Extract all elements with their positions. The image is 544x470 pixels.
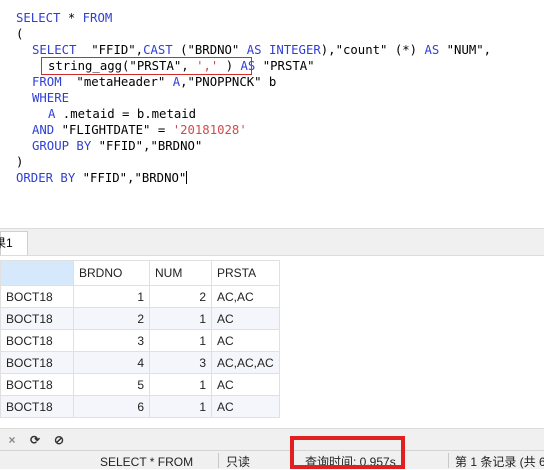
status-record: 第 1 条记录 (共 6 bbox=[455, 455, 544, 469]
cell-prsta[interactable]: AC bbox=[211, 329, 280, 352]
cell-num[interactable]: 1 bbox=[149, 329, 212, 352]
refresh-icon[interactable]: ⟳ bbox=[27, 432, 43, 448]
status-bar: SELECT * FROM 只读 查询时间: 0.957s 第 1 条记录 (共… bbox=[0, 450, 544, 469]
cell-num[interactable]: 2 bbox=[149, 285, 212, 308]
tab-result-1[interactable]: 果1 bbox=[0, 231, 28, 255]
result-grid[interactable]: BRDNO NUM PRSTA BOCT18 1 2 AC,AC BOCT18 … bbox=[0, 256, 544, 428]
sql-line-10: ) bbox=[16, 155, 24, 169]
cell-prsta[interactable]: AC bbox=[211, 307, 280, 330]
sql-line-9: GROUP BY "FFID","BRDNO" bbox=[32, 139, 203, 153]
cell-brdno[interactable]: 1 bbox=[73, 285, 150, 308]
cell-num[interactable]: 3 bbox=[149, 351, 212, 374]
sql-line-5: FROM "metaHeader" A,"PNOPPNCK" b bbox=[32, 75, 277, 89]
column-header-ffid[interactable] bbox=[0, 260, 74, 286]
cell-num[interactable]: 1 bbox=[149, 307, 212, 330]
table-row[interactable]: BOCT18 5 1 AC bbox=[0, 373, 280, 396]
column-header-brdno[interactable]: BRDNO bbox=[73, 260, 150, 286]
cell-ffid[interactable]: BOCT18 bbox=[0, 373, 74, 396]
column-header-prsta[interactable]: PRSTA bbox=[211, 260, 280, 286]
column-header-num[interactable]: NUM bbox=[149, 260, 212, 286]
cell-num[interactable]: 1 bbox=[149, 373, 212, 396]
status-readonly: 只读 bbox=[226, 455, 251, 469]
table-row[interactable]: BOCT18 2 1 AC bbox=[0, 307, 280, 330]
table-row[interactable]: BOCT18 3 1 AC bbox=[0, 329, 280, 352]
cell-prsta[interactable]: AC bbox=[211, 395, 280, 418]
stop-icon[interactable]: ⊘ bbox=[51, 432, 67, 448]
status-divider bbox=[448, 453, 449, 468]
status-divider bbox=[218, 453, 219, 468]
table-row[interactable]: BOCT18 6 1 AC bbox=[0, 395, 280, 418]
close-icon[interactable]: × bbox=[4, 432, 20, 448]
cell-brdno[interactable]: 3 bbox=[73, 329, 150, 352]
sql-editor[interactable]: SELECT * FROM ( SELECT "FFID",CAST ("BRD… bbox=[0, 0, 544, 228]
table-row[interactable]: BOCT18 4 3 AC,AC,AC bbox=[0, 351, 280, 374]
string-agg-highlight bbox=[41, 57, 252, 75]
cell-brdno[interactable]: 6 bbox=[73, 395, 150, 418]
cell-num[interactable]: 1 bbox=[149, 395, 212, 418]
query-time-highlight bbox=[290, 436, 405, 469]
cell-ffid[interactable]: BOCT18 bbox=[0, 307, 74, 330]
cell-ffid[interactable]: BOCT18 bbox=[0, 285, 74, 308]
sql-line-2: ( bbox=[16, 27, 24, 41]
sql-line-6: WHERE bbox=[32, 91, 70, 105]
sql-line-7: A .metaid = b.metaid bbox=[48, 107, 197, 121]
sql-line-11: ORDER BY "FFID","BRDNO" bbox=[16, 171, 188, 185]
table-header-row: BRDNO NUM PRSTA bbox=[0, 260, 280, 286]
cell-brdno[interactable]: 2 bbox=[73, 307, 150, 330]
result-tab-bar: 果1 bbox=[0, 228, 544, 256]
sql-line-1: SELECT * FROM bbox=[16, 11, 113, 25]
sql-line-3: SELECT "FFID",CAST ("BRDNO" AS INTEGER),… bbox=[32, 43, 492, 57]
sql-line-8: AND "FLIGHTDATE" = '20181028' bbox=[32, 123, 247, 137]
cell-ffid[interactable]: BOCT18 bbox=[0, 329, 74, 352]
cell-ffid[interactable]: BOCT18 bbox=[0, 395, 74, 418]
cell-prsta[interactable]: AC,AC bbox=[211, 285, 280, 308]
grid-toolbar: × ⟳ ⊘ bbox=[0, 428, 544, 450]
cell-ffid[interactable]: BOCT18 bbox=[0, 351, 74, 374]
table-row[interactable]: BOCT18 1 2 AC,AC bbox=[0, 285, 280, 308]
text-caret bbox=[186, 171, 188, 184]
cell-prsta[interactable]: AC bbox=[211, 373, 280, 396]
status-query: SELECT * FROM bbox=[100, 455, 194, 469]
result-table: BRDNO NUM PRSTA BOCT18 1 2 AC,AC BOCT18 … bbox=[0, 260, 280, 418]
cell-prsta[interactable]: AC,AC,AC bbox=[211, 351, 280, 374]
cell-brdno[interactable]: 5 bbox=[73, 373, 150, 396]
cell-brdno[interactable]: 4 bbox=[73, 351, 150, 374]
